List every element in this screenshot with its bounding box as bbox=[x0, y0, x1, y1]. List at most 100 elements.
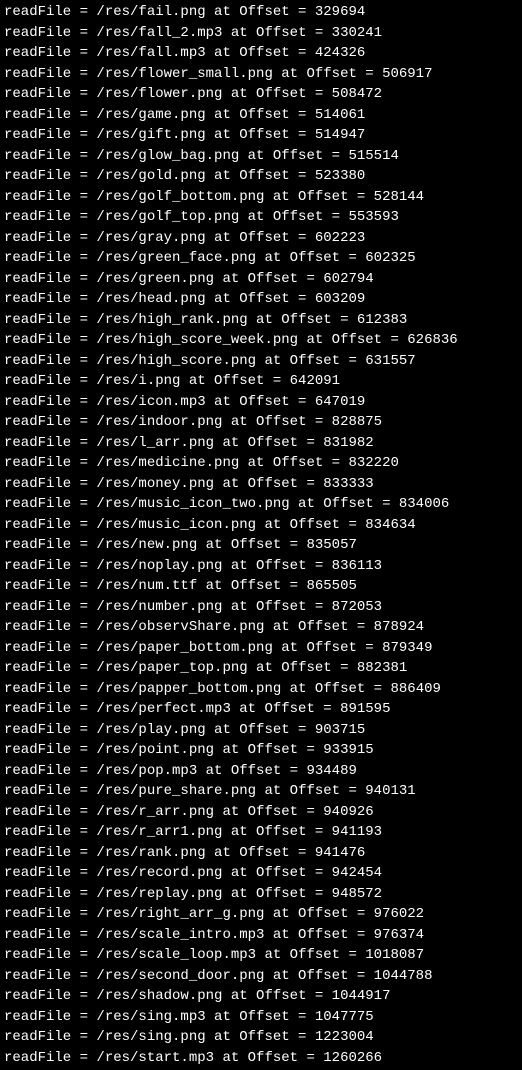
offset-value: 886409 bbox=[390, 681, 440, 697]
file-path: /res/paper_top.png bbox=[96, 660, 247, 676]
offset-label: at Offset = bbox=[214, 271, 323, 287]
file-path: /res/pop.mp3 bbox=[96, 763, 197, 779]
offset-value: 835057 bbox=[306, 537, 356, 553]
offset-value: 1044788 bbox=[374, 968, 433, 984]
file-path: /res/i.png bbox=[96, 373, 180, 389]
offset-value: 514061 bbox=[315, 107, 365, 123]
file-path: /res/gift.png bbox=[96, 127, 205, 143]
log-label: readFile = bbox=[4, 763, 96, 779]
offset-label: at Offset = bbox=[222, 25, 331, 41]
file-path: /res/noplay.png bbox=[96, 558, 222, 574]
offset-label: at Offset = bbox=[206, 291, 315, 307]
log-line: readFile = /res/right_arr_g.png at Offse… bbox=[4, 904, 518, 925]
offset-label: at Offset = bbox=[264, 619, 373, 635]
log-label: readFile = bbox=[4, 353, 96, 369]
file-path: /res/green.png bbox=[96, 271, 214, 287]
log-label: readFile = bbox=[4, 45, 96, 61]
log-line: readFile = /res/num.ttf at Offset = 8655… bbox=[4, 576, 518, 597]
offset-label: at Offset = bbox=[222, 988, 331, 1004]
offset-label: at Offset = bbox=[256, 947, 365, 963]
offset-value: 514947 bbox=[315, 127, 365, 143]
log-line: readFile = /res/start.mp3 at Offset = 12… bbox=[4, 1048, 518, 1069]
offset-value: 603209 bbox=[315, 291, 365, 307]
file-path: /res/fail.png bbox=[96, 4, 205, 20]
log-line: readFile = /res/pure_share.png at Offset… bbox=[4, 781, 518, 802]
file-path: /res/num.ttf bbox=[96, 578, 197, 594]
offset-label: at Offset = bbox=[206, 1029, 315, 1045]
log-line: readFile = /res/green_face.png at Offset… bbox=[4, 248, 518, 269]
log-line: readFile = /res/gray.png at Offset = 602… bbox=[4, 228, 518, 249]
log-line: readFile = /res/rank.png at Offset = 941… bbox=[4, 843, 518, 864]
offset-value: 602223 bbox=[315, 230, 365, 246]
offset-label: at Offset = bbox=[214, 804, 323, 820]
log-label: readFile = bbox=[4, 968, 96, 984]
file-path: /res/green_face.png bbox=[96, 250, 256, 266]
offset-label: at Offset = bbox=[222, 86, 331, 102]
offset-value: 647019 bbox=[315, 394, 365, 410]
offset-value: 940131 bbox=[365, 783, 415, 799]
log-label: readFile = bbox=[4, 496, 96, 512]
file-path: /res/gold.png bbox=[96, 168, 205, 184]
offset-label: at Offset = bbox=[206, 107, 315, 123]
file-path: /res/music_icon.png bbox=[96, 517, 256, 533]
file-path: /res/medicine.png bbox=[96, 455, 239, 471]
offset-label: at Offset = bbox=[273, 640, 382, 656]
offset-value: 942454 bbox=[332, 865, 382, 881]
file-path: /res/head.png bbox=[96, 291, 205, 307]
offset-value: 631557 bbox=[365, 353, 415, 369]
log-label: readFile = bbox=[4, 332, 96, 348]
log-line: readFile = /res/r_arr.png at Offset = 94… bbox=[4, 802, 518, 823]
log-line: readFile = /res/paper_bottom.png at Offs… bbox=[4, 638, 518, 659]
log-line: readFile = /res/number.png at Offset = 8… bbox=[4, 597, 518, 618]
log-label: readFile = bbox=[4, 1050, 96, 1066]
offset-value: 831982 bbox=[323, 435, 373, 451]
log-label: readFile = bbox=[4, 804, 96, 820]
offset-value: 832220 bbox=[348, 455, 398, 471]
log-label: readFile = bbox=[4, 373, 96, 389]
log-line: readFile = /res/scale_loop.mp3 at Offset… bbox=[4, 945, 518, 966]
file-path: /res/rank.png bbox=[96, 845, 205, 861]
file-path: /res/observShare.png bbox=[96, 619, 264, 635]
offset-value: 933915 bbox=[323, 742, 373, 758]
log-line: readFile = /res/fall.mp3 at Offset = 424… bbox=[4, 43, 518, 64]
file-path: /res/scale_intro.mp3 bbox=[96, 927, 264, 943]
log-label: readFile = bbox=[4, 86, 96, 102]
file-path: /res/golf_bottom.png bbox=[96, 189, 264, 205]
log-line: readFile = /res/papper_bottom.png at Off… bbox=[4, 679, 518, 700]
offset-label: at Offset = bbox=[239, 148, 348, 164]
log-label: readFile = bbox=[4, 127, 96, 143]
offset-label: at Offset = bbox=[248, 312, 357, 328]
offset-value: 941193 bbox=[332, 824, 382, 840]
log-line: readFile = /res/flower_small.png at Offs… bbox=[4, 64, 518, 85]
file-path: /res/papper_bottom.png bbox=[96, 681, 281, 697]
log-label: readFile = bbox=[4, 25, 96, 41]
log-label: readFile = bbox=[4, 865, 96, 881]
log-label: readFile = bbox=[4, 414, 96, 430]
offset-value: 941476 bbox=[315, 845, 365, 861]
log-line: readFile = /res/noplay.png at Offset = 8… bbox=[4, 556, 518, 577]
offset-label: at Offset = bbox=[206, 1009, 315, 1025]
offset-value: 506917 bbox=[382, 66, 432, 82]
log-label: readFile = bbox=[4, 558, 96, 574]
offset-value: 834634 bbox=[365, 517, 415, 533]
log-line: readFile = /res/pop.mp3 at Offset = 9344… bbox=[4, 761, 518, 782]
offset-label: at Offset = bbox=[264, 189, 373, 205]
offset-label: at Offset = bbox=[214, 742, 323, 758]
offset-label: at Offset = bbox=[214, 435, 323, 451]
offset-value: 642091 bbox=[290, 373, 340, 389]
file-path: /res/sing.mp3 bbox=[96, 1009, 205, 1025]
log-line: readFile = /res/replay.png at Offset = 9… bbox=[4, 884, 518, 905]
log-label: readFile = bbox=[4, 845, 96, 861]
offset-label: at Offset = bbox=[264, 968, 373, 984]
offset-value: 1260266 bbox=[323, 1050, 382, 1066]
log-label: readFile = bbox=[4, 783, 96, 799]
log-label: readFile = bbox=[4, 4, 96, 20]
offset-label: at Offset = bbox=[264, 906, 373, 922]
log-label: readFile = bbox=[4, 291, 96, 307]
file-path: /res/indoor.png bbox=[96, 414, 222, 430]
log-line: readFile = /res/head.png at Offset = 603… bbox=[4, 289, 518, 310]
offset-value: 523380 bbox=[315, 168, 365, 184]
offset-value: 508472 bbox=[332, 86, 382, 102]
offset-value: 1047775 bbox=[315, 1009, 374, 1025]
log-line: readFile = /res/paper_top.png at Offset … bbox=[4, 658, 518, 679]
